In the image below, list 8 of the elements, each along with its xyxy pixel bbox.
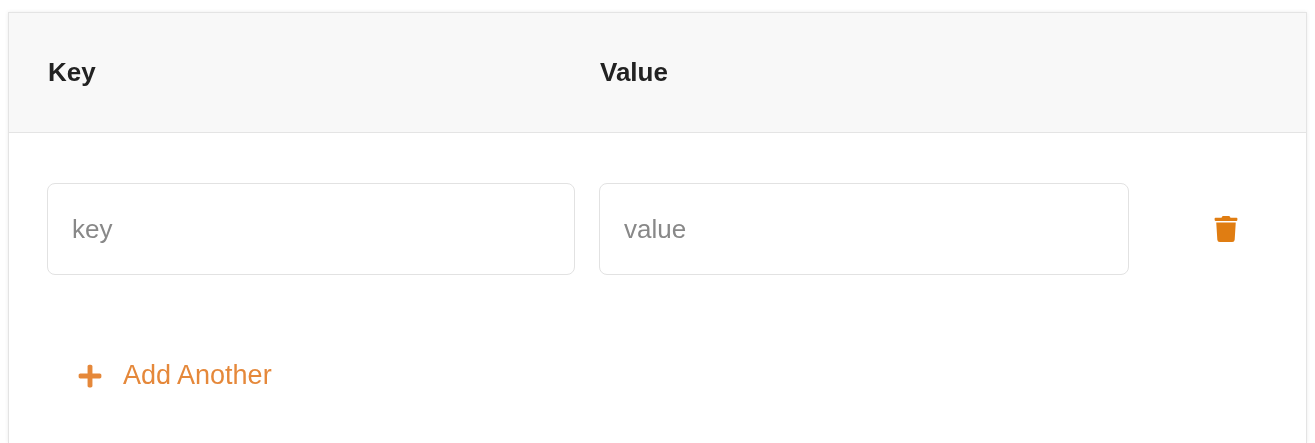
plus-icon: [77, 362, 103, 389]
trash-icon: [1213, 216, 1239, 242]
column-header: Key: [48, 57, 97, 88]
value-field[interactable]: value: [599, 183, 1129, 275]
column-header: Value: [600, 57, 669, 88]
add-another-button[interactable]: Add Another: [77, 360, 272, 391]
key-field[interactable]: key: [47, 183, 575, 275]
delete-button[interactable]: [1213, 216, 1239, 242]
